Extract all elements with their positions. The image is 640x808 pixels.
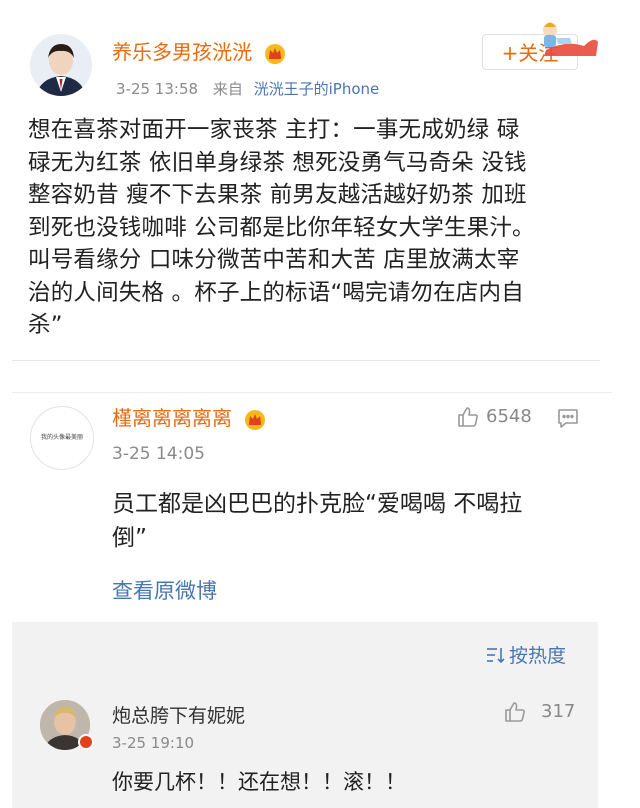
thumbs-up-icon bbox=[505, 702, 525, 722]
view-original-post-link[interactable]: 查看原微博 bbox=[112, 575, 217, 605]
sort-label: 按热度 bbox=[509, 645, 567, 667]
comment-avatar[interactable]: 我的头像最美丽 bbox=[30, 406, 94, 470]
post-time: 3-25 13:58 bbox=[116, 80, 199, 98]
vip-crown-icon bbox=[263, 42, 287, 68]
comment-text: 员工都是凶巴巴的扑克脸“爱喝喝 不喝拉 倒” bbox=[112, 491, 523, 551]
reply-time: 3-25 19:10 bbox=[112, 734, 195, 752]
follow-mascot-icon bbox=[536, 16, 602, 60]
comment-header: 槿离离离离离 bbox=[112, 406, 267, 434]
post-meta: 3-25 13:58 来自 洸洸王子的iPhone bbox=[116, 79, 379, 99]
comment-like-count: 6548 bbox=[486, 406, 532, 427]
post-username[interactable]: 养乐多男孩洸洸 bbox=[112, 40, 252, 64]
sort-by-hot-button[interactable]: 按热度 bbox=[485, 641, 566, 668]
sort-icon bbox=[487, 647, 505, 663]
comment-avatar-text: 我的头像最美丽 bbox=[40, 434, 83, 441]
vip-crown-icon bbox=[243, 408, 267, 434]
reply-username[interactable]: 炮总胯下有妮妮 bbox=[112, 701, 245, 728]
thumbs-up-icon bbox=[458, 407, 478, 427]
comment-username[interactable]: 槿离离离离离 bbox=[112, 406, 232, 430]
reply-like-button[interactable]: 317 bbox=[503, 700, 575, 724]
post-avatar[interactable] bbox=[30, 34, 92, 96]
comment-time: 3-25 14:05 bbox=[112, 444, 205, 464]
verified-badge-icon bbox=[78, 734, 94, 750]
reply-text: 你要几杯！！还在想！！滚！！ bbox=[112, 770, 406, 794]
post-source-prefix: 来自 bbox=[212, 80, 243, 98]
post-text: 想在喜茶对面开一家丧茶 主打：一事无成奶绿 碌 碌无为红茶 依旧单身绿茶 想死没… bbox=[28, 117, 535, 338]
divider bbox=[12, 392, 612, 393]
reply-comment-icon[interactable] bbox=[556, 406, 580, 434]
post-header: 养乐多男孩洸洸 bbox=[112, 40, 287, 68]
divider bbox=[12, 360, 600, 361]
reply-like-count: 317 bbox=[541, 701, 576, 722]
comment-like-button[interactable]: 6548 bbox=[456, 405, 532, 429]
post-source-link[interactable]: 洸洸王子的iPhone bbox=[254, 80, 380, 98]
